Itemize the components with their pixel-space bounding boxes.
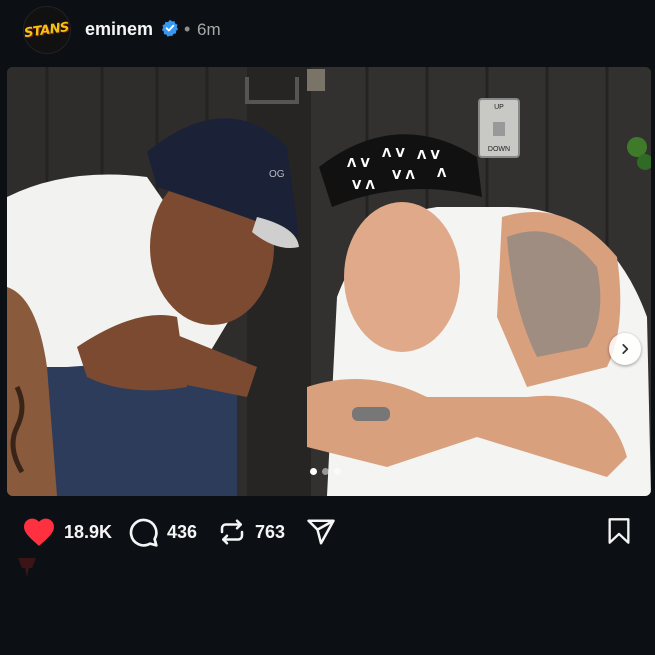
repost-count: 763	[255, 521, 286, 542]
repost-icon	[220, 519, 244, 545]
share-icon	[307, 519, 335, 545]
svg-text:ᐱ V: ᐱ V	[347, 156, 370, 170]
share-button[interactable]	[305, 510, 337, 554]
carousel-dot-2[interactable]	[322, 468, 329, 475]
svg-text:ᐱ: ᐱ	[437, 166, 447, 180]
repost-button[interactable]: 763	[217, 510, 285, 554]
bookmark-icon	[608, 518, 630, 544]
verified-icon	[161, 19, 179, 37]
like-count: 18.9K	[64, 521, 113, 542]
svg-text:ᐱ V: ᐱ V	[417, 148, 440, 162]
carousel-dot-1[interactable]	[310, 468, 317, 475]
like-button[interactable]: 18.9K	[22, 510, 112, 554]
carousel-next-button[interactable]	[609, 333, 641, 365]
svg-text:V ᐱ: V ᐱ	[352, 178, 375, 192]
svg-text:V ᐱ: V ᐱ	[392, 168, 415, 182]
avatar[interactable]: STANS	[23, 6, 71, 54]
post-image[interactable]: UP DOWN OG ᐱ V ᐱ V ᐱ V V ᐱ V ᐱ ᐱ	[7, 67, 651, 496]
carousel-dot-3[interactable]	[334, 468, 341, 475]
save-button[interactable]	[605, 516, 633, 551]
elevator-down-label: DOWN	[488, 146, 510, 153]
cap-logo-text: OG	[269, 169, 285, 180]
post-header: STANS eminem • 6m	[0, 0, 655, 62]
post-time: 6m	[197, 20, 221, 39]
post-actions: 18.9K 436 763	[0, 510, 655, 554]
carousel-indicator	[310, 468, 341, 475]
photo-illustration: UP DOWN OG ᐱ V ᐱ V ᐱ V V ᐱ V ᐱ ᐱ	[7, 67, 651, 496]
comment-count: 436	[167, 521, 198, 542]
time-separator: •	[184, 19, 191, 39]
small-logo-icon	[18, 558, 36, 577]
chevron-right-icon	[622, 344, 629, 354]
svg-text:ᐱ V: ᐱ V	[382, 146, 405, 160]
heart-icon	[24, 518, 54, 546]
comment-icon	[129, 518, 158, 547]
username[interactable]: eminem	[85, 19, 153, 40]
avatar-logo-text: STANS	[23, 19, 71, 41]
elevator-up-label: UP	[494, 104, 504, 111]
comment-button[interactable]: 436	[127, 510, 197, 554]
